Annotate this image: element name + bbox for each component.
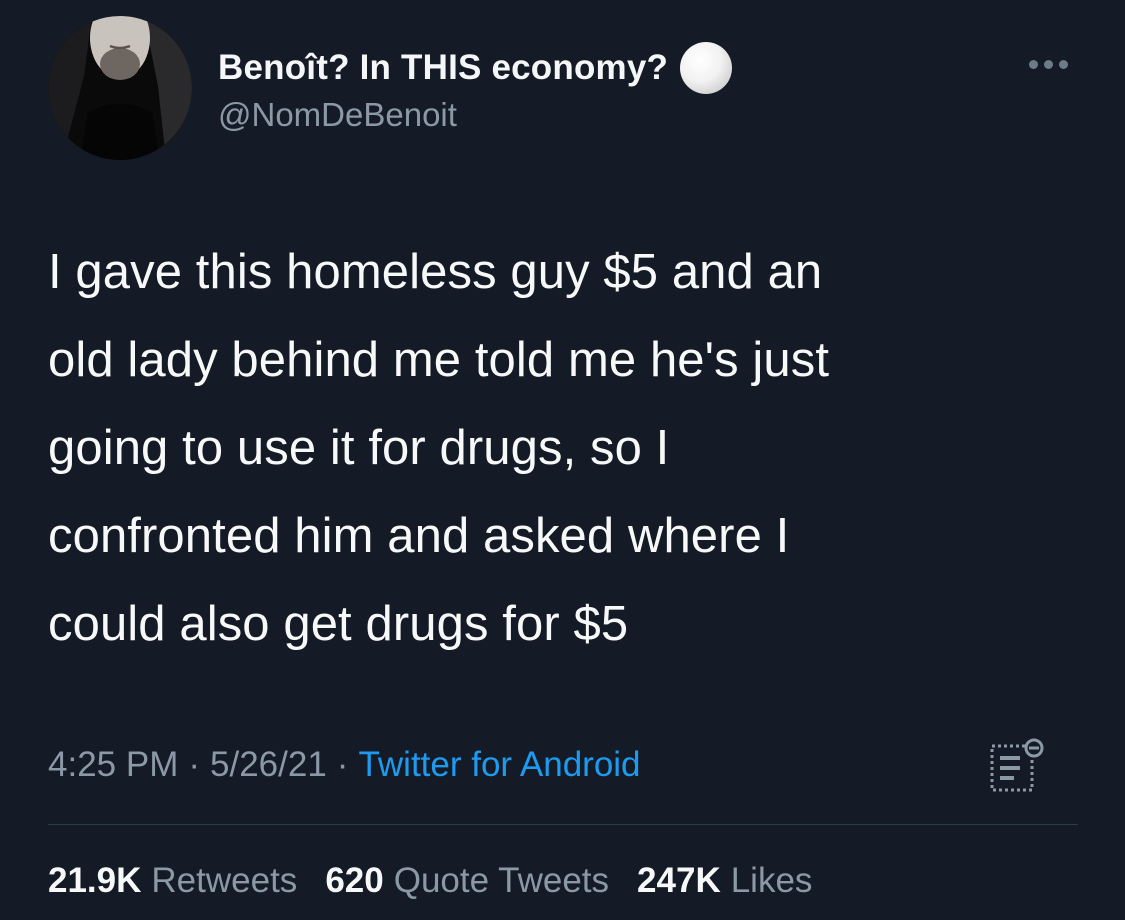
likes-stat[interactable]: 247K Likes [637,861,812,901]
view-activity-icon[interactable] [986,736,1050,796]
more-horizontal-icon-dot [1058,59,1068,69]
tweet-text: I gave this homeless guy $5 and an old l… [48,245,830,651]
author-display-name[interactable]: Benoît? In THIS economy? [218,48,668,88]
likes-label: Likes [730,861,813,900]
metadata-separator: · [336,745,349,784]
more-horizontal-icon-dot [1028,59,1038,69]
avatar[interactable] [48,16,192,160]
quote-tweets-label: Quote Tweets [393,861,610,900]
quote-tweets-count: 620 [325,861,384,900]
stats-divider [48,824,1078,825]
retweets-count: 21.9K [48,861,142,900]
retweets-stat[interactable]: 21.9K Retweets [48,861,297,901]
tweet-date[interactable]: 5/26/21 [210,745,327,785]
tweet-time[interactable]: 4:25 PM [48,745,178,785]
avatar-photo [48,16,192,160]
author-name-row[interactable]: Benoît? In THIS economy? [218,40,733,96]
likes-count: 247K [637,861,721,900]
author-handle[interactable]: @NomDeBenoit [218,96,457,134]
metadata-separator: · [188,745,201,784]
quote-tweets-stat[interactable]: 620 Quote Tweets [325,861,609,901]
white-circle-emoji-icon [680,42,733,94]
tweet-metadata: 4:25 PM · 5/26/21 · Twitter for Android [48,740,641,790]
more-options-button[interactable] [1018,52,1078,76]
engagement-stats: 21.9K Retweets 620 Quote Tweets 247K Lik… [48,856,840,906]
retweets-label: Retweets [151,861,298,900]
more-horizontal-icon-dot [1043,59,1053,69]
tweet-source-link[interactable]: Twitter for Android [358,745,640,785]
